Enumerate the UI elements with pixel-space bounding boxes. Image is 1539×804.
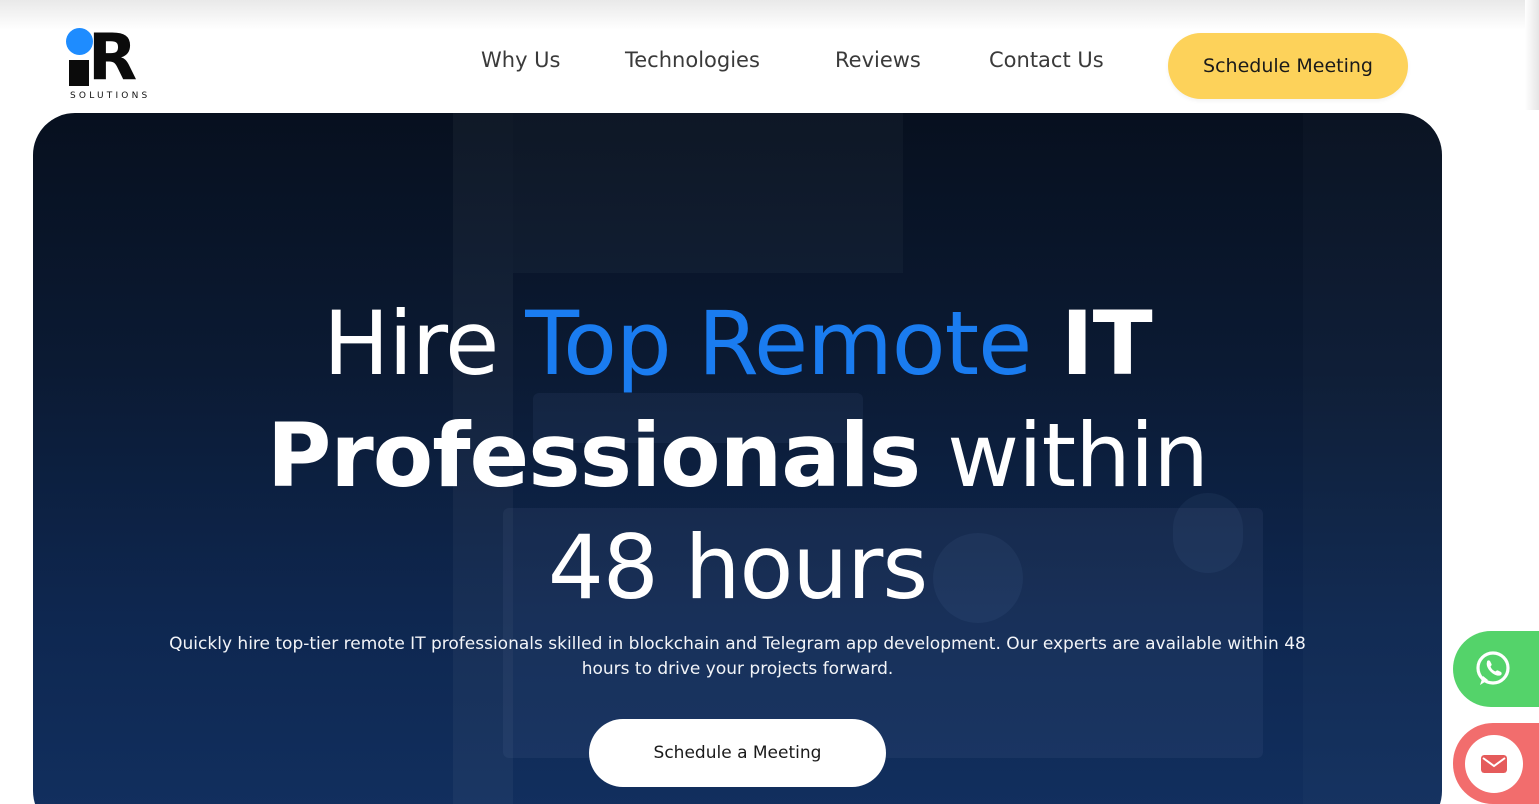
logo[interactable]: R SOLUTIONS <box>66 21 152 102</box>
mail-icon <box>1481 755 1507 773</box>
nav-item-technologies[interactable]: Technologies <box>625 48 760 72</box>
hero-section: Hire Top Remote IT Professionals within … <box>33 113 1442 804</box>
nav-item-contact-us[interactable]: Contact Us <box>989 48 1104 72</box>
background-shape <box>513 113 903 273</box>
logo-letter: R <box>88 21 137 95</box>
hero-title-highlight: Top Remote <box>525 292 1032 395</box>
page: R SOLUTIONS Why Us Technologies Reviews … <box>0 0 1539 804</box>
hero-title-line-2: Professionals within <box>33 400 1442 512</box>
whatsapp-button[interactable] <box>1453 631 1539 707</box>
hero-description: Quickly hire top-tier remote IT professi… <box>169 634 1306 679</box>
nav-item-reviews[interactable]: Reviews <box>835 48 921 72</box>
mail-button[interactable] <box>1453 723 1539 804</box>
scrollbar-shadow <box>1525 0 1539 110</box>
schedule-meeting-button[interactable]: Schedule Meeting <box>1168 33 1408 99</box>
hero-title-line-3: 48 hours <box>547 516 928 619</box>
logo-i-stem <box>69 60 89 86</box>
hero-title-text: IT <box>1031 292 1153 395</box>
header-shadow <box>0 0 1539 30</box>
hero-title-bold: Professionals <box>266 404 921 507</box>
schedule-a-meeting-button[interactable]: Schedule a Meeting <box>589 719 886 787</box>
hero-title-text: within <box>920 404 1209 507</box>
hero-title-line-1: Hire Top Remote IT <box>33 288 1442 400</box>
whatsapp-icon <box>1476 651 1510 685</box>
nav-item-why-us[interactable]: Why Us <box>481 48 561 72</box>
hero-title-text: Hire <box>323 292 526 395</box>
mail-icon-circle <box>1465 735 1523 793</box>
logo-subtitle: SOLUTIONS <box>70 91 151 101</box>
